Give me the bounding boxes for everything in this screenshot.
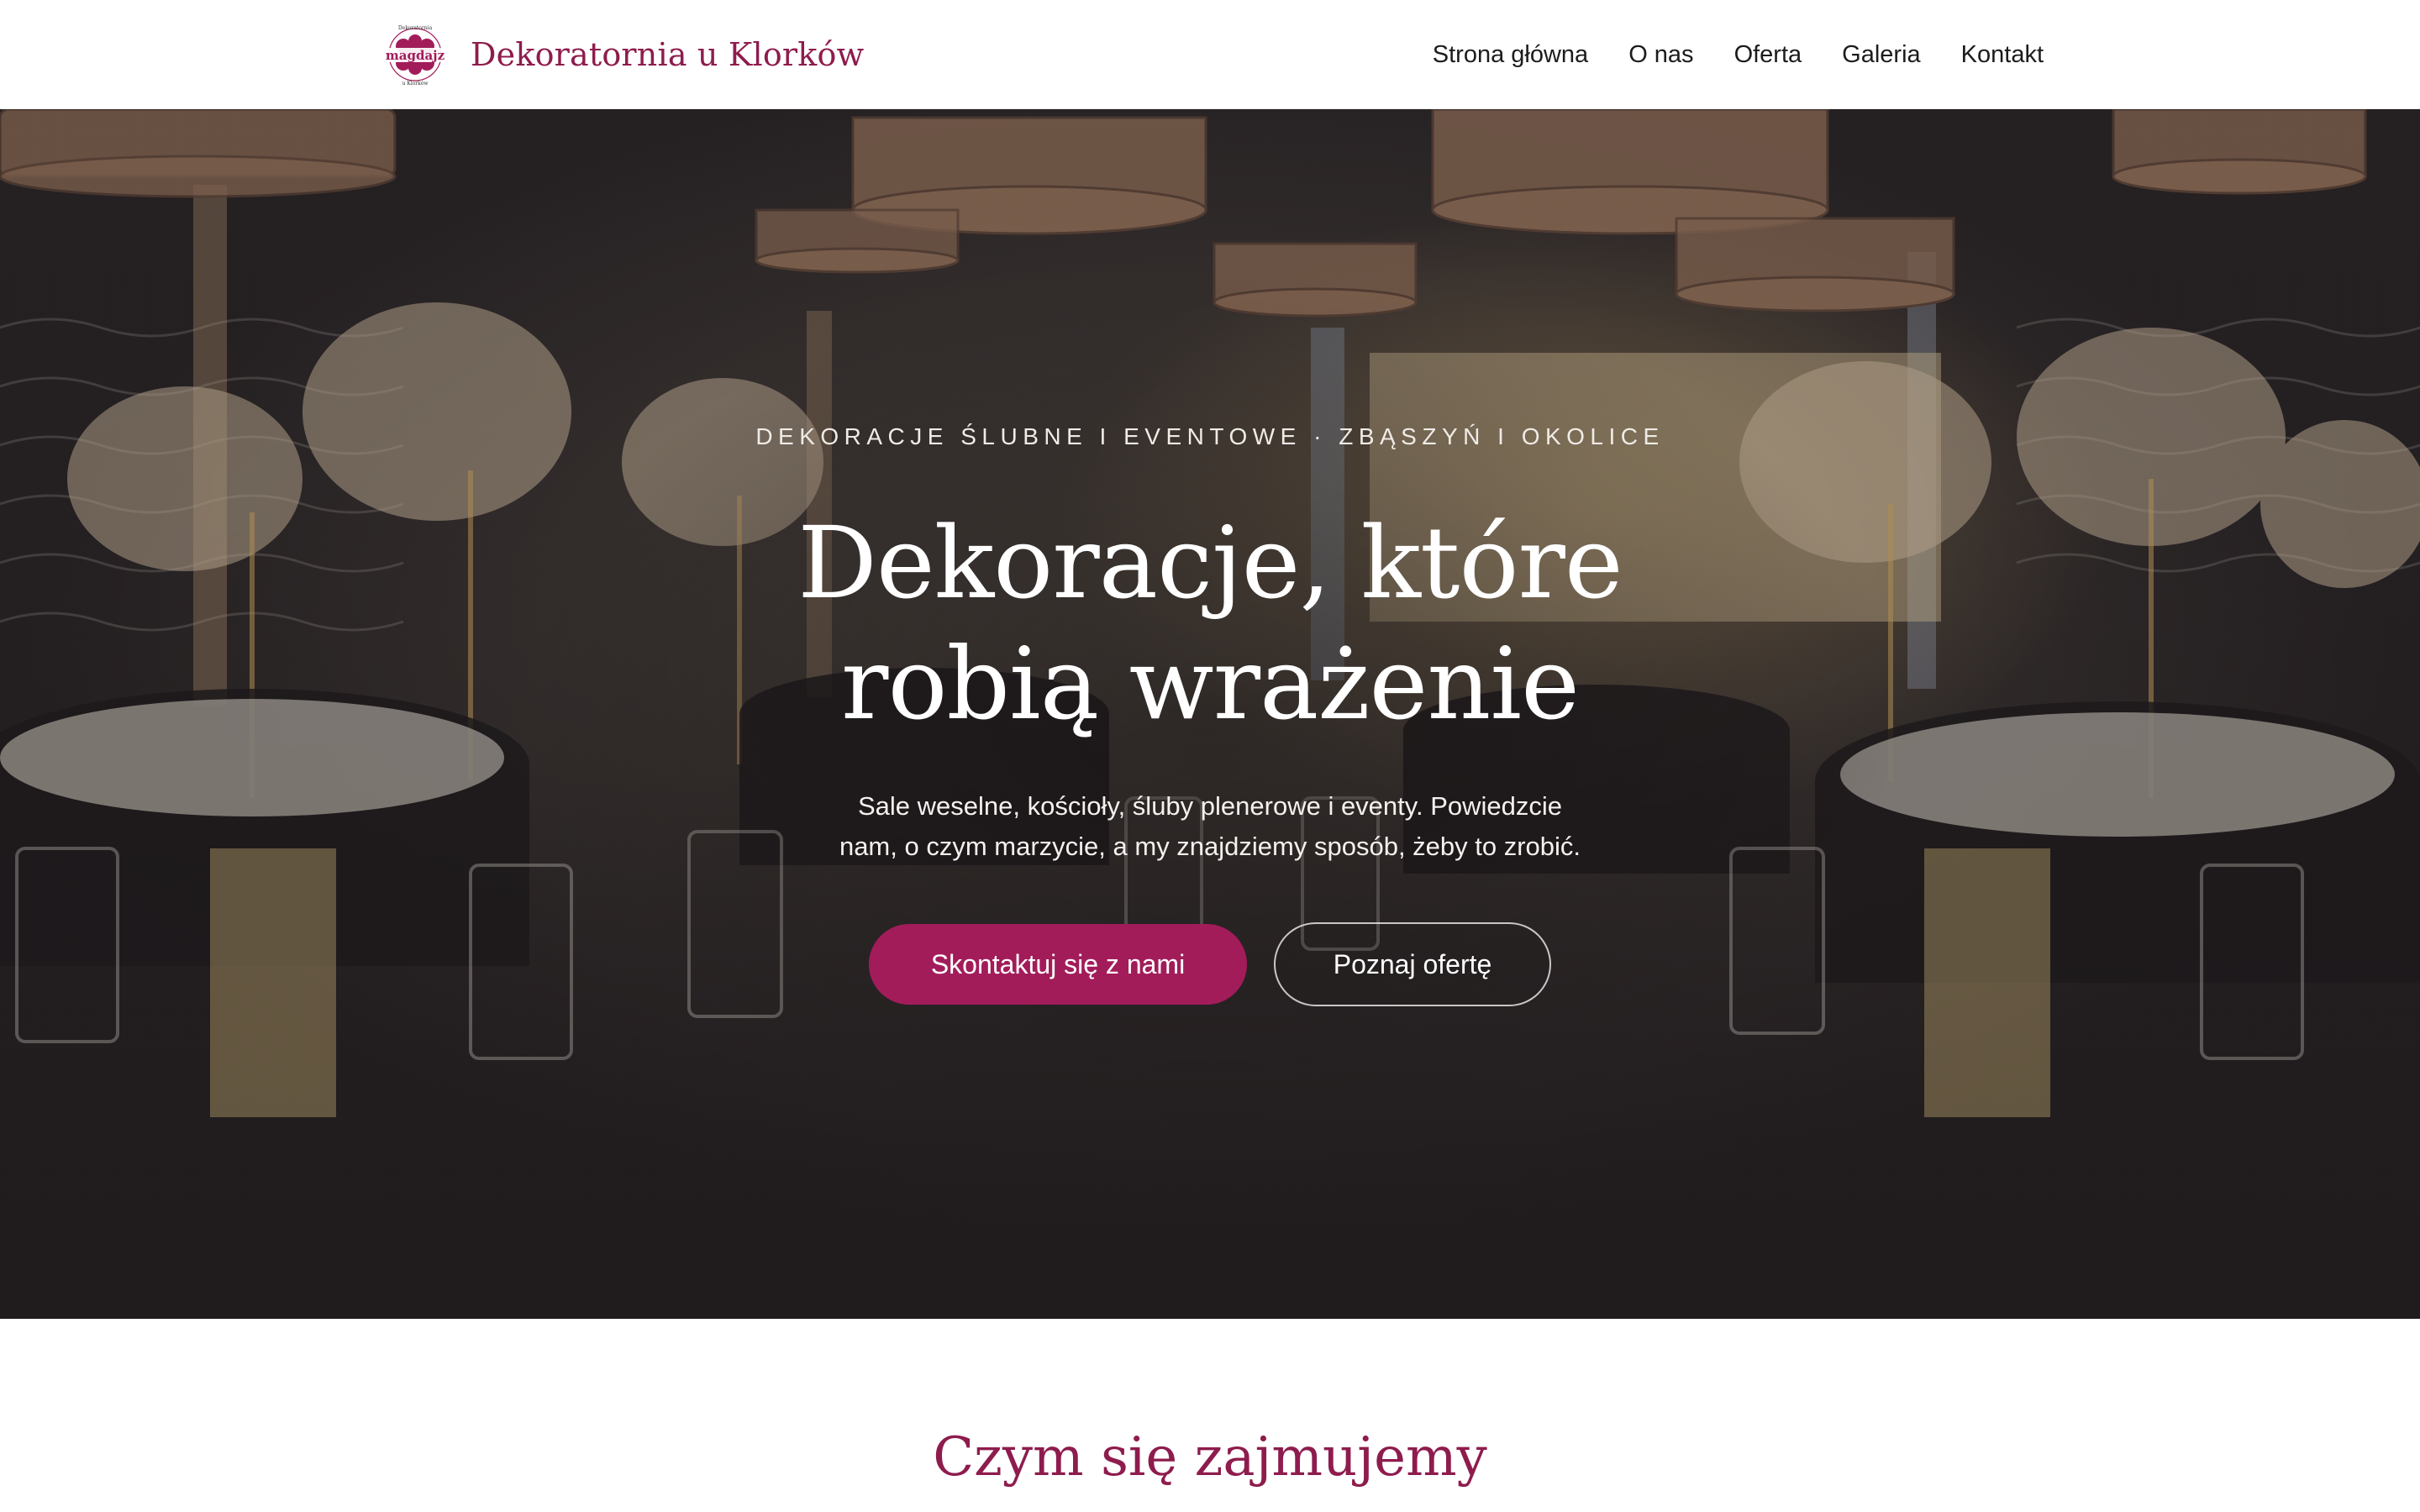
nav-item-strona-glowna[interactable]: Strona główna [1433,41,1588,69]
nav-item-kontakt[interactable]: Kontakt [1961,41,2044,69]
nav-item-o-nas[interactable]: O nas [1628,41,1693,69]
logo-wordmark: magdajz [386,48,445,63]
hero-title: Dekoracje, które robią wrażenie [0,502,2420,744]
nav-item-oferta[interactable]: Oferta [1734,41,1802,69]
hero-title-line-1: Dekoracje, które [797,505,1623,621]
main-nav: Strona główna O nas Oferta Galeria Konta… [1433,0,2044,109]
see-offer-button[interactable]: Poznaj ofertę [1274,922,1551,1006]
flower-badge-logo: magdajz Dekoratornia u Klorków [381,25,449,87]
hero-title-line-2: robią wrażenie [841,626,1580,742]
nav-item-galeria[interactable]: Galeria [1842,41,1921,69]
site-header: magdajz Dekoratornia u Klorków Dekorator… [0,0,2420,109]
hero-subtitle: Sale weselne, kościoły, śluby plenerowe … [790,786,1630,867]
brand-home-link[interactable]: magdajz Dekoratornia u Klorków Dekorator… [378,23,864,87]
hero-content: DEKORACJE ŚLUBNE I EVENTOWE · ZBĄSZYŃ I … [0,109,2420,1319]
hero-subtitle-line-2: nam, o czym marzycie, a my znajdziemy sp… [839,832,1581,861]
services-section: Czym się zajmujemy [0,1319,2420,1512]
hero-section: DEKORACJE ŚLUBNE I EVENTOWE · ZBĄSZYŃ I … [0,109,2420,1319]
services-section-title: Czym się zajmujemy [933,1426,1487,1488]
logo-top-text: Dekoratornia [398,25,433,31]
brand-name: Dekoratornia u Klorków [471,36,865,73]
logo-bottom-text: u Klorków [402,81,429,87]
hero-subtitle-line-1: Sale weselne, kościoły, śluby plenerowe … [858,791,1562,821]
contact-us-button[interactable]: Skontaktuj się z nami [869,924,1247,1005]
hero-eyebrow: DEKORACJE ŚLUBNE I EVENTOWE · ZBĄSZYŃ I … [755,423,1665,449]
